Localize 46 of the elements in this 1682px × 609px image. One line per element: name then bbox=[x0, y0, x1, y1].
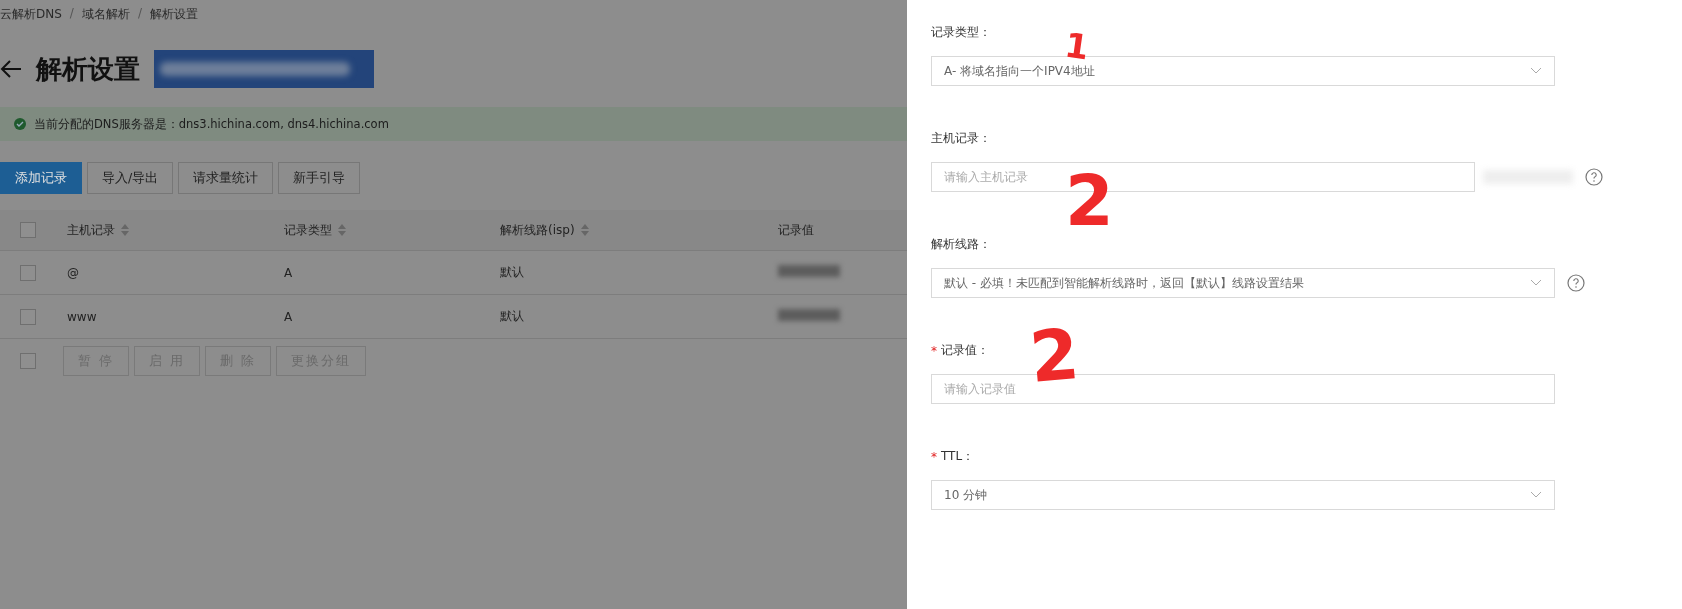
field-label: 主机记录： bbox=[931, 130, 991, 147]
chevron-down-icon bbox=[1530, 491, 1542, 499]
column-header: 记录类型 bbox=[284, 221, 332, 239]
field-label: TTL： bbox=[941, 448, 975, 465]
sort-icon[interactable] bbox=[121, 224, 129, 236]
table-cell-text: 默认 bbox=[500, 264, 525, 281]
table-cell-text: A bbox=[284, 309, 294, 324]
select-field[interactable]: 10 分钟 bbox=[931, 480, 1555, 510]
page-title: 解析设置 bbox=[36, 52, 140, 86]
check-circle-icon bbox=[14, 118, 26, 130]
toolbar-button[interactable]: 导入/导出 bbox=[87, 162, 174, 194]
breadcrumb-separator: / bbox=[69, 6, 74, 22]
checkbox[interactable] bbox=[20, 308, 36, 325]
checkbox[interactable] bbox=[20, 353, 36, 369]
column-header: 记录值 bbox=[778, 221, 814, 239]
field-label: 记录类型： bbox=[931, 24, 991, 41]
back-arrow-icon[interactable] bbox=[0, 59, 22, 79]
help-icon[interactable] bbox=[1567, 274, 1585, 292]
breadcrumb-link[interactable]: 云解析DNS bbox=[0, 6, 62, 23]
toolbar-button[interactable]: 添加记录 bbox=[0, 162, 82, 194]
field-label: 解析线路： bbox=[931, 236, 991, 253]
sort-icon[interactable] bbox=[338, 224, 346, 236]
toolbar-button[interactable]: 新手引导 bbox=[278, 162, 361, 194]
table-cell-text: A bbox=[284, 265, 294, 280]
redacted-value bbox=[778, 265, 840, 277]
field-label: 记录值： bbox=[941, 342, 989, 359]
table-cell-text: www bbox=[67, 309, 98, 324]
required-mark: * bbox=[931, 343, 937, 358]
breadcrumb-separator: / bbox=[137, 6, 142, 22]
table-cell-text: 默认 bbox=[500, 308, 525, 325]
toolbar-button[interactable]: 请求量统计 bbox=[178, 162, 274, 194]
select-field[interactable]: 默认 - 必填！未匹配到智能解析线路时，返回【默认】线路设置结果 bbox=[931, 268, 1555, 298]
checkbox[interactable] bbox=[20, 264, 36, 281]
redacted-value bbox=[778, 309, 840, 321]
column-header: 主机记录 bbox=[67, 221, 115, 239]
sort-icon[interactable] bbox=[580, 224, 589, 236]
column-header: 解析线路(isp) bbox=[500, 221, 575, 239]
notice-text: 当前分配的DNS服务器是：dns3.hichina.com, dns4.hichina.com bbox=[34, 116, 389, 132]
help-icon[interactable] bbox=[1585, 168, 1603, 186]
chevron-down-icon bbox=[1530, 279, 1542, 287]
chevron-down-icon bbox=[1530, 67, 1542, 75]
breadcrumb-link[interactable]: 解析设置 bbox=[149, 6, 198, 23]
table-cell-text: @ bbox=[67, 265, 80, 280]
required-mark: * bbox=[931, 449, 937, 464]
breadcrumb-link[interactable]: 域名解析 bbox=[81, 6, 130, 23]
checkbox[interactable] bbox=[20, 222, 36, 238]
